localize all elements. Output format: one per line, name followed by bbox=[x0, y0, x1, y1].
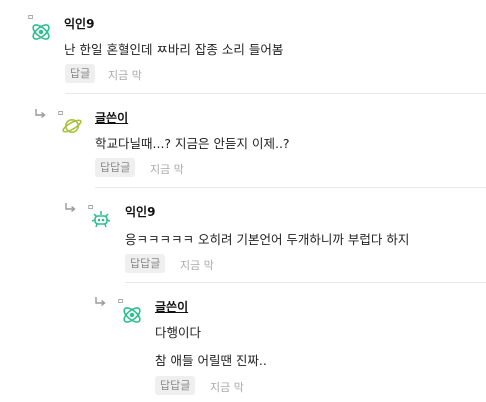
reply-comment: ▫ 글쓴이 다행이다 참 애들 어릴땐 진짜.. 답답글 지금 막 bbox=[0, 283, 486, 402]
comment-nickname[interactable]: 익인9 bbox=[64, 15, 94, 32]
creature-icon bbox=[91, 211, 111, 228]
comment-nickname-writer[interactable]: 글쓴이 bbox=[155, 298, 188, 315]
reply-button[interactable]: 답답글 bbox=[155, 376, 196, 395]
reply-arrow-icon bbox=[95, 297, 106, 307]
comment-text-line: 참 애들 어릴땐 진짜.. bbox=[155, 353, 267, 368]
reply-arrow-icon bbox=[65, 203, 76, 213]
comment-text: 학교다닐때...? 지금은 안듣지 이제..? bbox=[95, 136, 290, 151]
comment-nickname[interactable]: 익인9 bbox=[125, 203, 155, 220]
reply-button[interactable]: 답답글 bbox=[125, 254, 166, 273]
reply-button[interactable]: 답답글 bbox=[95, 158, 136, 177]
comment-time: 지금 막 bbox=[210, 381, 244, 394]
comment-text-line: 다행이다 bbox=[155, 325, 202, 340]
comment-time: 지금 막 bbox=[180, 259, 214, 272]
comment: ▫ 익인9 난 한일 혼혈인데 ㅉ바리 잡종 소리 들어봄 답글 지금 막 bbox=[0, 0, 486, 94]
orbit-icon bbox=[123, 307, 141, 323]
comment-text: 난 한일 혼혈인데 ㅉ바리 잡종 소리 들어봄 bbox=[64, 42, 284, 57]
orbit-icon bbox=[32, 24, 50, 40]
comment-marker: ▫ bbox=[28, 12, 34, 21]
comment-text: 응ㅋㅋㅋㅋㅋ 오히려 기본언어 두개하니까 부럽다 하지 bbox=[125, 232, 410, 247]
comment-time: 지금 막 bbox=[150, 163, 184, 176]
planet-icon bbox=[62, 119, 82, 133]
comment-time: 지금 막 bbox=[108, 69, 142, 82]
comment-nickname-writer[interactable]: 글쓴이 bbox=[95, 109, 128, 126]
reply-comment: ▫ 익인9 응ㅋㅋㅋㅋㅋ 오히려 기본언어 두개하니까 부럽다 하지 답답글 지… bbox=[0, 188, 486, 283]
reply-comment: ▫ 글쓴이 학교다닐때...? 지금은 안듣지 이제..? 답답글 지금 막 bbox=[0, 94, 486, 188]
reply-arrow-icon bbox=[35, 109, 46, 119]
reply-button[interactable]: 답글 bbox=[65, 64, 96, 83]
